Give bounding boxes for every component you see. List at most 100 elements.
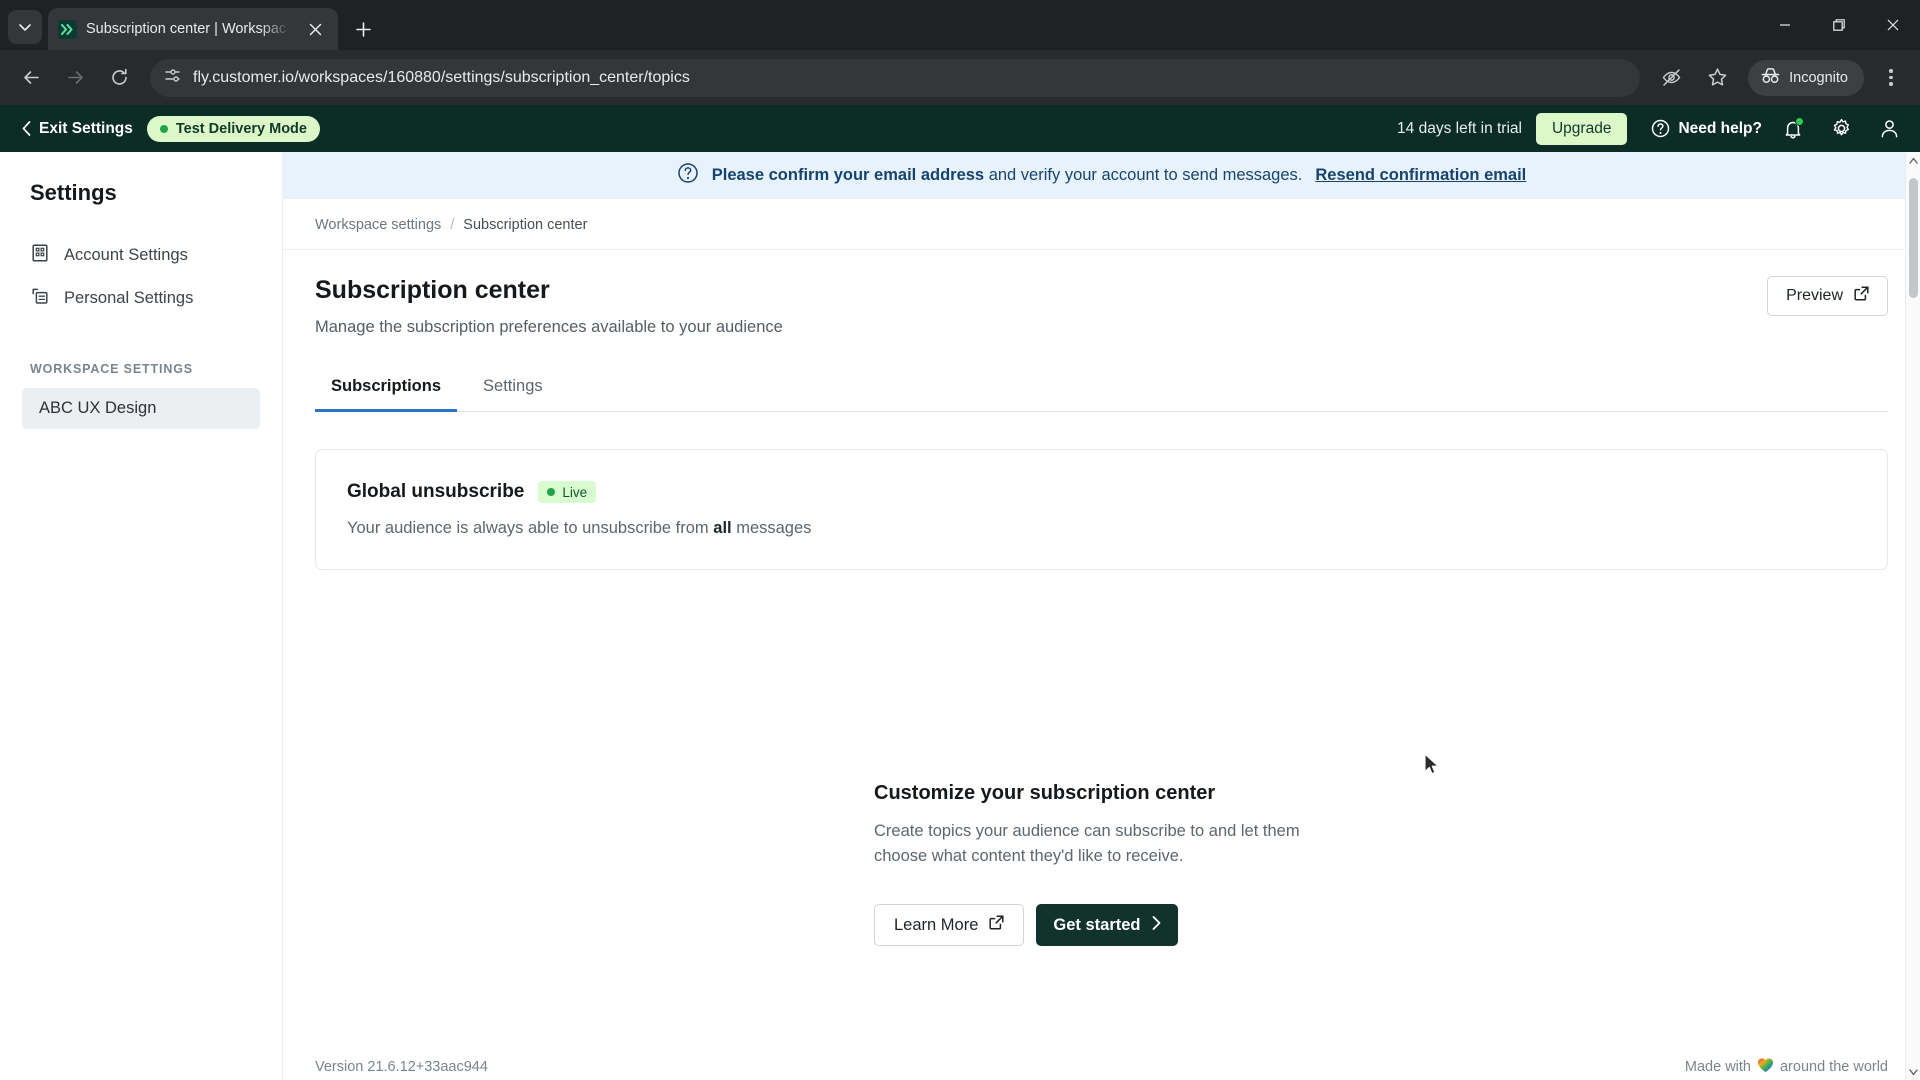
sidebar-title: Settings: [30, 180, 117, 205]
kebab-dot: [1889, 69, 1893, 73]
question-circle-icon: [1652, 119, 1670, 138]
need-help-button[interactable]: Need help?: [1651, 119, 1762, 138]
sidebar-item-label: Account Settings: [64, 246, 188, 264]
arrow-left-icon: [23, 71, 39, 84]
card-description: Your audience is always able to unsubscr…: [347, 519, 1856, 538]
maximize-button[interactable]: [1812, 0, 1866, 50]
empty-state-inner: Customize your subscription center Creat…: [874, 782, 1329, 947]
incognito-icon: [1760, 67, 1781, 88]
tab-subscriptions[interactable]: Subscriptions: [315, 367, 458, 412]
close-tab-icon[interactable]: [302, 16, 328, 42]
reload-button[interactable]: [98, 57, 140, 99]
settings-gear-button[interactable]: [1824, 112, 1858, 146]
plus-icon: [355, 21, 371, 37]
kebab-dot: [1889, 82, 1893, 86]
arrow-right-icon: [67, 71, 83, 84]
get-started-label: Get started: [1053, 915, 1141, 934]
back-button[interactable]: [10, 57, 52, 99]
exit-settings-button[interactable]: Exit Settings: [22, 120, 133, 138]
external-link-icon: [1854, 286, 1869, 306]
forward-button[interactable]: [54, 57, 96, 99]
sidebar-item-account-settings[interactable]: Account Settings: [0, 234, 282, 277]
card-header-row: Global unsubscribe Live: [347, 481, 1856, 503]
question-circle-icon: [677, 162, 699, 189]
app-header: Exit Settings Test Delivery Mode 14 days…: [0, 105, 1920, 152]
star-icon: [1708, 68, 1726, 86]
made-with-after: around the world: [1779, 1059, 1888, 1075]
url-text: fly.customer.io/workspaces/160880/settin…: [193, 68, 690, 86]
preview-button[interactable]: Preview: [1767, 276, 1888, 316]
learn-more-button[interactable]: Learn More: [874, 904, 1025, 947]
status-badge-label: Live: [562, 484, 588, 500]
tab-search-button[interactable]: [8, 10, 42, 44]
tab-settings[interactable]: Settings: [467, 367, 559, 412]
empty-state: Customize your subscription center Creat…: [283, 782, 1920, 947]
toolbar-right-actions: Incognito: [1650, 57, 1910, 99]
scroll-down-arrow-icon[interactable]: [1906, 1064, 1920, 1080]
chevron-right-icon: [1152, 915, 1161, 935]
breadcrumb-parent[interactable]: Workspace settings: [315, 217, 441, 233]
page-header-text: Subscription center Manage the subscript…: [315, 276, 783, 337]
empty-state-title: Customize your subscription center: [874, 782, 1216, 804]
close-window-button[interactable]: [1866, 0, 1920, 50]
sidebar-item-label: Personal Settings: [64, 289, 194, 307]
breadcrumb-current[interactable]: Subscription center: [463, 217, 587, 233]
bookmark-button[interactable]: [1696, 57, 1738, 99]
settings-sidebar: Settings Account Settings Personal Setti…: [0, 152, 283, 1080]
tab-strip: Subscription center | Workspac: [0, 0, 1920, 50]
sidebar-item-personal-settings[interactable]: Personal Settings: [0, 277, 282, 320]
get-started-button[interactable]: Get started: [1036, 904, 1178, 947]
breadcrumb-separator: /: [450, 217, 455, 233]
scroll-up-arrow-icon[interactable]: [1906, 152, 1920, 168]
minimize-button[interactable]: [1758, 0, 1812, 50]
page-header: Subscription center Manage the subscript…: [315, 250, 1888, 337]
chevron-left-icon: [22, 121, 31, 136]
minimize-icon: [1780, 24, 1790, 26]
browser-window: Subscription center | Workspac fly.custo…: [0, 0, 1920, 1080]
page-content-wrapper: Subscription center Manage the subscript…: [283, 250, 1920, 570]
customerio-logo-icon: [58, 19, 77, 39]
window-controls: [1758, 0, 1920, 50]
email-confirmation-banner: Please confirm your email address and ve…: [283, 152, 1920, 199]
incognito-indicator[interactable]: Incognito: [1748, 59, 1864, 96]
page-viewport: Exit Settings Test Delivery Mode 14 days…: [0, 105, 1920, 1080]
reload-icon: [111, 68, 127, 85]
sidebar-item-workspace[interactable]: ABC UX Design: [22, 388, 260, 429]
browser-menu-button[interactable]: [1872, 59, 1910, 97]
incognito-label: Incognito: [1789, 69, 1848, 86]
content-scrollbar[interactable]: [1905, 152, 1920, 1080]
user-account-button[interactable]: [1872, 112, 1906, 146]
test-delivery-mode-label: Test Delivery Mode: [175, 120, 307, 137]
page-footer: Version 21.6.12+33aac944 Made with aroun…: [283, 1049, 1920, 1080]
person-icon: [1881, 120, 1897, 138]
browser-tab[interactable]: Subscription center | Workspac: [48, 8, 338, 50]
card-title: Global unsubscribe: [347, 481, 525, 502]
address-bar[interactable]: fly.customer.io/workspaces/160880/settin…: [150, 58, 1641, 97]
resend-confirmation-link[interactable]: Resend confirmation email: [1315, 166, 1526, 185]
chevron-down-icon: [19, 24, 31, 31]
breadcrumb: Workspace settings / Subscription center: [283, 199, 1920, 250]
tab-title: Subscription center | Workspac: [86, 21, 287, 37]
learn-more-label: Learn More: [894, 915, 979, 934]
sidebar-section-label: WORKSPACE SETTINGS: [30, 362, 193, 376]
gear-icon: [1833, 118, 1849, 136]
preview-label: Preview: [1786, 287, 1843, 304]
main-content: Please confirm your email address and ve…: [283, 152, 1920, 1080]
scrollbar-thumb[interactable]: [1909, 178, 1918, 298]
upgrade-button[interactable]: Upgrade: [1535, 112, 1628, 145]
new-tab-button[interactable]: [350, 16, 376, 42]
banner-bold-text: Please confirm your email address: [711, 166, 985, 184]
test-delivery-mode-badge[interactable]: Test Delivery Mode: [146, 115, 320, 142]
close-icon: [1887, 19, 1899, 31]
made-with-before: Made with: [1684, 1059, 1751, 1075]
building-icon: [30, 243, 50, 268]
notification-dot-icon: [1795, 116, 1804, 126]
notifications-button[interactable]: [1776, 112, 1810, 146]
made-with-text: Made with around the world: [1685, 1057, 1888, 1077]
global-unsubscribe-card[interactable]: Global unsubscribe Live Your audience is…: [315, 449, 1888, 570]
trial-status-text: 14 days left in trial: [1397, 119, 1522, 137]
site-settings-icon[interactable]: [164, 67, 181, 89]
tracking-protection-button[interactable]: [1650, 57, 1692, 99]
status-dot-icon: [159, 124, 168, 133]
content-tabs: Subscriptions Settings: [315, 367, 1888, 412]
